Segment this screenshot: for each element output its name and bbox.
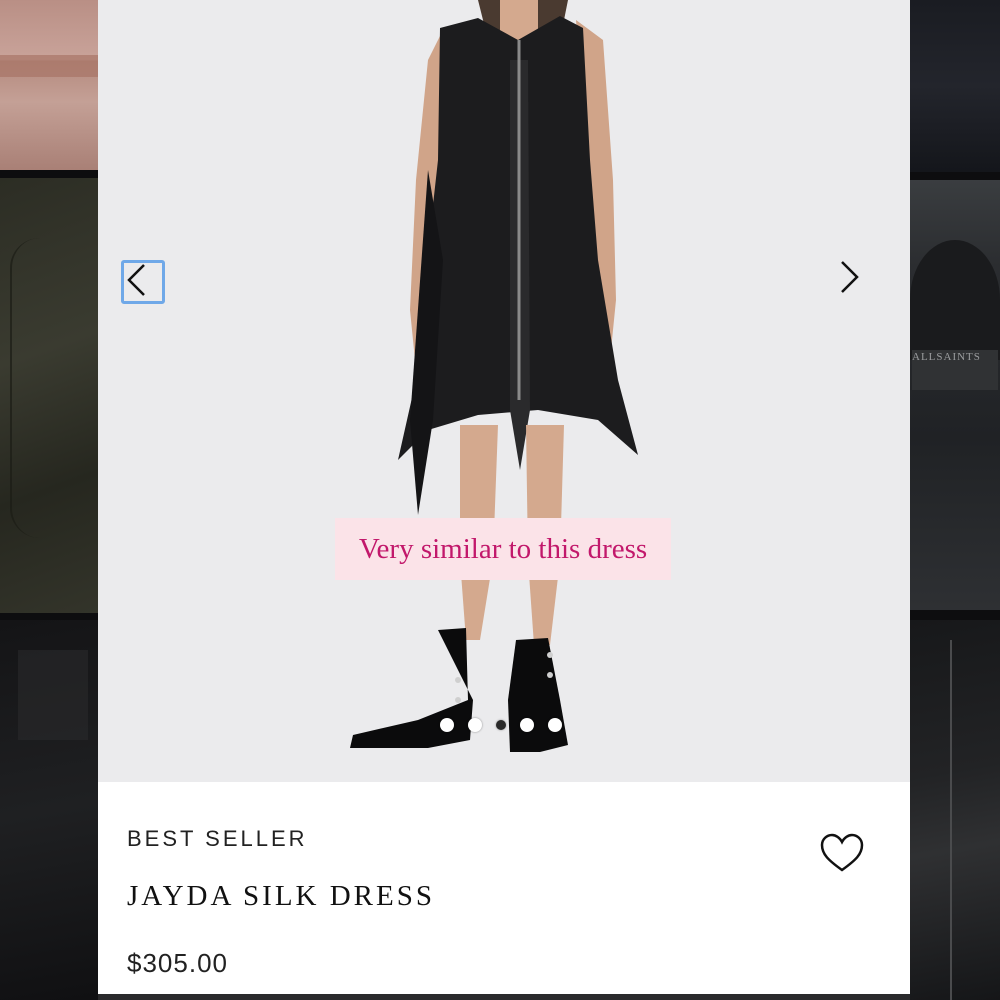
chevron-left-icon [127, 264, 145, 296]
brand-label-text: ALLSAINTS [912, 350, 998, 390]
collage-bottom-strip [98, 994, 910, 1000]
collage-photo-olive-dress [0, 178, 98, 613]
carousel-dot[interactable] [548, 718, 562, 732]
carousel-dot[interactable] [440, 718, 454, 732]
wishlist-button[interactable] [818, 830, 866, 878]
carousel-dot[interactable] [468, 718, 482, 732]
product-image-carousel[interactable]: Very similar to this dress [98, 0, 910, 782]
product-card: Very similar to this dress BEST SELLER J… [98, 0, 910, 1000]
collage-photo-black-dress-right [910, 620, 1000, 1000]
carousel-pagination [440, 718, 562, 732]
carousel-next-button[interactable] [836, 260, 880, 304]
carousel-dot-active[interactable] [496, 720, 506, 730]
heart-outline-icon [820, 833, 864, 872]
caption-sticker: Very similar to this dress [335, 518, 671, 580]
collage-photo-dark-top-right [910, 0, 1000, 172]
collage-photo-black-dress-left [0, 620, 98, 1000]
product-title: JAYDA SILK DRESS [127, 880, 435, 912]
best-seller-badge: BEST SELLER [127, 826, 308, 851]
collage-photo-label-closeup: ALLSAINTS [910, 180, 1000, 610]
carousel-dot[interactable] [520, 718, 534, 732]
product-price: $305.00 [127, 948, 228, 978]
collage-photo-pink-fabric [0, 0, 98, 170]
chevron-right-icon [841, 261, 859, 293]
carousel-prev-button[interactable] [121, 260, 165, 304]
product-photo [350, 0, 638, 752]
